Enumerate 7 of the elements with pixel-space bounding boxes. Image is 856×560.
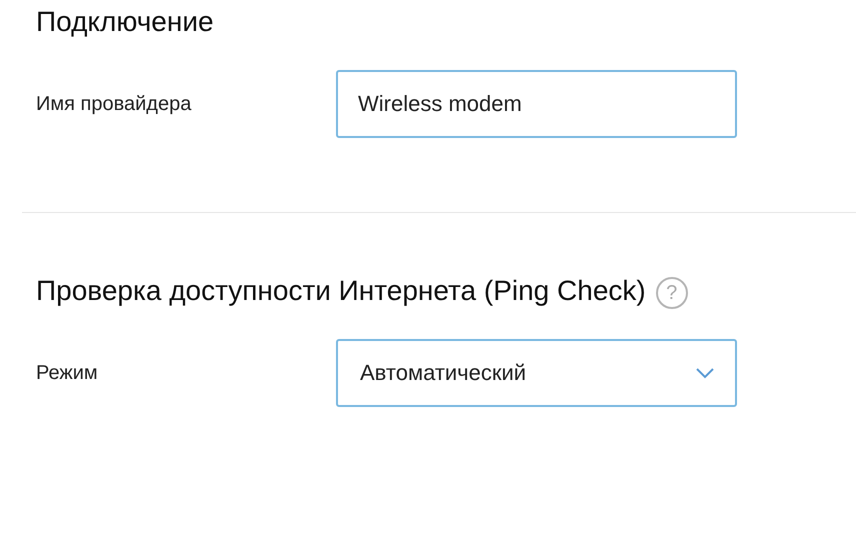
input-field[interactable]: Wireless modem bbox=[336, 70, 737, 138]
chevron-down-icon bbox=[695, 367, 715, 379]
section-title: Проверка доступности Интернета (Ping Check) bbox=[36, 275, 646, 307]
field-label: Имя провайдера bbox=[36, 92, 192, 116]
dropdown[interactable]: Автоматический bbox=[336, 339, 737, 407]
section-title: Подключение bbox=[36, 6, 214, 38]
field-label: Режим bbox=[36, 362, 99, 384]
